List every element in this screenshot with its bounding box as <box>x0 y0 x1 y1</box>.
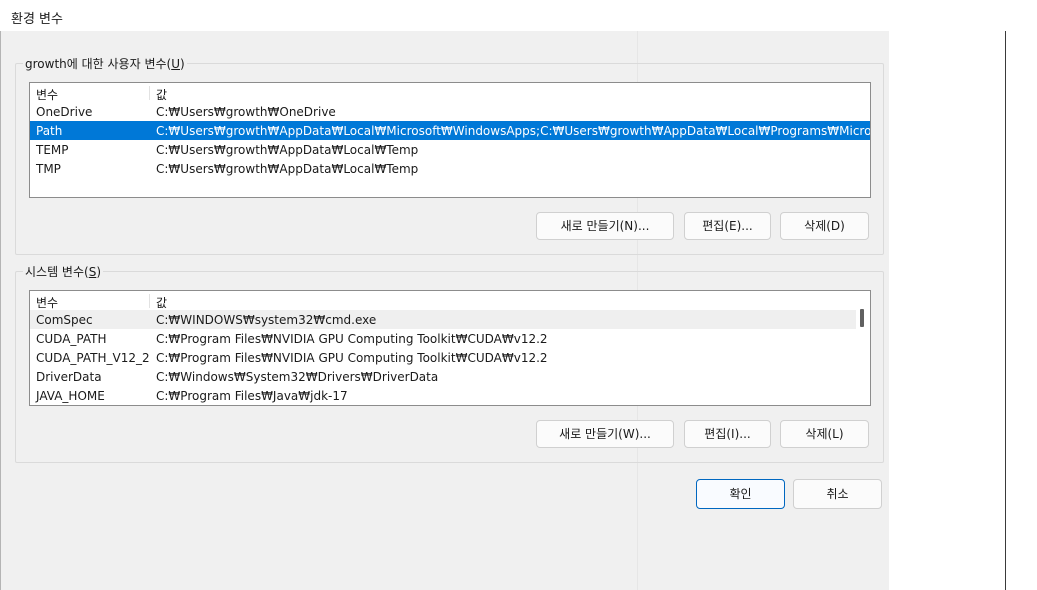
variable-name: DriverData <box>36 370 102 384</box>
variable-name: ComSpec <box>36 313 93 327</box>
vertical-scrollbar[interactable] <box>856 291 870 405</box>
variable-value: C:₩Users₩growth₩AppData₩Local₩Microsoft₩… <box>156 124 871 138</box>
user-variable-row[interactable]: TMP C:₩Users₩growth₩AppData₩Local₩Temp <box>30 159 870 178</box>
system-variables-list[interactable]: 변수 값 ComSpec C:₩WINDOWS₩system32₩cmd.exe C… <box>29 290 871 406</box>
column-separator[interactable] <box>149 294 150 308</box>
variable-value: C:₩Program Files₩NVIDIA GPU Computing To… <box>156 351 548 365</box>
variable-name: OneDrive <box>36 105 93 119</box>
variable-value: C:₩Program Files₩Java₩jdk-17 <box>156 389 348 403</box>
user-delete-button[interactable]: 삭제(D) <box>780 212 869 240</box>
user-variables-label: growth에 대한 사용자 변수(U) <box>23 55 187 72</box>
variable-name: CUDA_PATH <box>36 332 107 346</box>
user-variables-group: growth에 대한 사용자 변수(U) 변수 값 OneDrive C:₩Use… <box>15 55 884 255</box>
ok-button[interactable]: 확인 <box>696 479 785 509</box>
system-variables-group: 시스템 변수(S) 변수 값 ComSpec C:₩WINDOWS₩system3… <box>15 263 884 463</box>
user-variable-row[interactable]: OneDrive C:₩Users₩growth₩OneDrive <box>30 102 870 121</box>
user-variable-row[interactable]: TEMP C:₩Users₩growth₩AppData₩Local₩Temp <box>30 140 870 159</box>
window-title: 환경 변수 <box>11 12 63 27</box>
variable-value: C:₩Users₩growth₩OneDrive <box>156 105 336 119</box>
variable-name: CUDA_PATH_V12_2 <box>36 351 150 365</box>
system-variables-label: 시스템 변수(S) <box>23 263 104 280</box>
variable-name: TEMP <box>36 143 69 157</box>
variable-name: JAVA_HOME <box>36 389 105 403</box>
user-variable-row[interactable]: Path C:₩Users₩growth₩AppData₩Local₩Micros… <box>30 121 870 140</box>
system-edit-button[interactable]: 편집(I)... <box>684 420 771 448</box>
variable-value: C:₩WINDOWS₩system32₩cmd.exe <box>156 313 377 327</box>
system-variable-row[interactable]: CUDA_PATH C:₩Program Files₩NVIDIA GPU Com… <box>30 329 870 348</box>
variable-value: C:₩Users₩growth₩AppData₩Local₩Temp <box>156 143 419 157</box>
list-header: 변수 값 <box>30 291 870 310</box>
variable-value: C:₩Program Files₩NVIDIA GPU Computing To… <box>156 332 548 346</box>
column-separator[interactable] <box>149 86 150 100</box>
variable-name: Path <box>36 124 63 138</box>
environment-variables-dialog: growth에 대한 사용자 변수(U) 변수 값 OneDrive C:₩Use… <box>0 0 889 590</box>
title-bar[interactable]: 환경 변수 <box>0 0 1037 31</box>
system-new-button[interactable]: 새로 만들기(W)... <box>536 420 674 448</box>
system-variable-row[interactable]: DriverData C:₩Windows₩System32₩Drivers₩Dr… <box>30 367 870 386</box>
column-header-variable[interactable]: 변수 <box>36 86 58 103</box>
column-header-value[interactable]: 값 <box>156 86 167 103</box>
background-divider <box>1005 30 1006 590</box>
user-variables-list[interactable]: 변수 값 OneDrive C:₩Users₩growth₩OneDrive Pat… <box>29 82 871 198</box>
column-header-variable[interactable]: 변수 <box>36 294 58 311</box>
system-variable-row[interactable]: ComSpec C:₩WINDOWS₩system32₩cmd.exe <box>30 310 870 329</box>
cancel-button[interactable]: 취소 <box>793 479 882 509</box>
column-header-value[interactable]: 값 <box>156 294 167 311</box>
system-variable-row[interactable]: JAVA_HOME C:₩Program Files₩Java₩jdk-17 <box>30 386 870 405</box>
system-delete-button[interactable]: 삭제(L) <box>780 420 869 448</box>
user-edit-button[interactable]: 편집(E)... <box>684 212 771 240</box>
variable-name: TMP <box>36 162 61 176</box>
variable-value: C:₩Windows₩System32₩Drivers₩DriverData <box>156 370 439 384</box>
variable-value: C:₩Users₩growth₩AppData₩Local₩Temp <box>156 162 419 176</box>
scrollbar-thumb[interactable] <box>860 309 864 327</box>
system-variable-row[interactable]: CUDA_PATH_V12_2 C:₩Program Files₩NVIDIA G… <box>30 348 870 367</box>
list-header: 변수 값 <box>30 83 870 102</box>
user-new-button[interactable]: 새로 만들기(N)... <box>536 212 674 240</box>
